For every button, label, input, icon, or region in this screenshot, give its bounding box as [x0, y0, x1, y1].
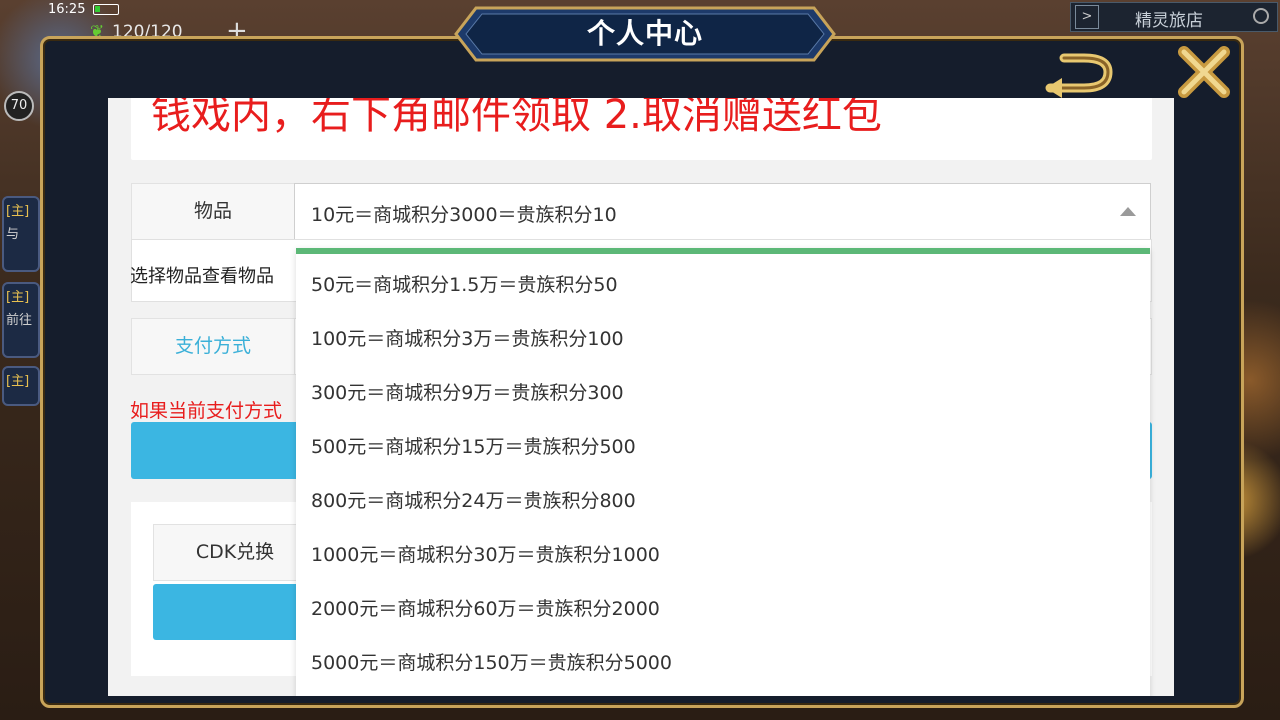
notice-text: 钱戏内，右下角邮件领取 2.取消赠送红包 — [151, 98, 882, 138]
item-select[interactable]: 10元＝商城积分3000＝贵族积分10 — [294, 183, 1151, 240]
clock-time: 16:25 — [48, 2, 86, 17]
back-arrow-icon[interactable] — [1044, 48, 1118, 100]
item-select-value: 10元＝商城积分3000＝贵族积分10 — [311, 204, 617, 226]
expand-arrow-icon[interactable]: > — [1075, 5, 1099, 29]
web-content: 钱戏内，右下角邮件领取 2.取消赠送红包 物品 10元＝商城积分3000＝贵族积… — [108, 98, 1174, 696]
player-level-badge: 70 — [4, 91, 34, 121]
dropdown-option[interactable]: 300元＝商城积分9万＝贵族积分300 — [296, 362, 1150, 416]
quest-item[interactable]: [主] 与 — [2, 196, 40, 272]
modal-title: 个人中心 — [586, 17, 703, 50]
quest-tag: [主] — [6, 374, 30, 389]
dropdown-option[interactable]: 5000元＝商城积分150万＝贵族积分5000 — [296, 632, 1150, 686]
quest-tag: [主] — [6, 290, 30, 305]
modal-title-plate: 个人中心 — [454, 6, 836, 62]
quest-tag: [主] — [6, 204, 30, 219]
status-bar: 16:25 — [0, 0, 200, 20]
quest-sub: 与 — [6, 227, 20, 242]
item-dropdown-list: 50元＝商城积分1.5万＝贵族积分50 100元＝商城积分3万＝贵族积分100 … — [296, 248, 1150, 696]
dropdown-option[interactable]: 2000元＝商城积分60万＝贵族积分2000 — [296, 578, 1150, 632]
notice-card: 钱戏内，右下角邮件领取 2.取消赠送红包 — [131, 98, 1152, 160]
cdk-label: CDK兑换 — [153, 524, 317, 581]
item-hint: 选择物品查看物品 — [130, 266, 274, 287]
quest-item[interactable]: [主] 前往 — [2, 282, 40, 358]
ring-icon — [1253, 8, 1269, 24]
dropdown-option[interactable]: 500元＝商城积分15万＝贵族积分500 — [296, 416, 1150, 470]
quest-sub: 前往 — [6, 313, 33, 328]
dropdown-option[interactable]: 50元＝商城积分1.5万＝贵族积分50 — [296, 254, 1150, 308]
close-button[interactable] — [1176, 44, 1232, 100]
inn-label: 精灵旅店 — [1135, 11, 1203, 31]
quest-item[interactable]: [主] — [2, 366, 40, 406]
item-label: 物品 — [131, 183, 295, 240]
dropdown-option[interactable]: 100元＝商城积分3万＝贵族积分100 — [296, 308, 1150, 362]
dropdown-option[interactable]: 1000元＝商城积分30万＝贵族积分1000 — [296, 524, 1150, 578]
close-icon[interactable] — [1176, 44, 1232, 100]
dropdown-caret-icon[interactable] — [1120, 207, 1136, 216]
inn-button[interactable]: > 精灵旅店 — [1070, 2, 1278, 32]
dropdown-option[interactable]: 800元＝商城积分24万＝贵族积分800 — [296, 470, 1150, 524]
back-button[interactable] — [1044, 48, 1118, 100]
payment-method-label: 支付方式 — [131, 318, 295, 375]
battery-icon — [93, 4, 119, 15]
payment-warning: 如果当前支付方式 — [130, 400, 283, 422]
